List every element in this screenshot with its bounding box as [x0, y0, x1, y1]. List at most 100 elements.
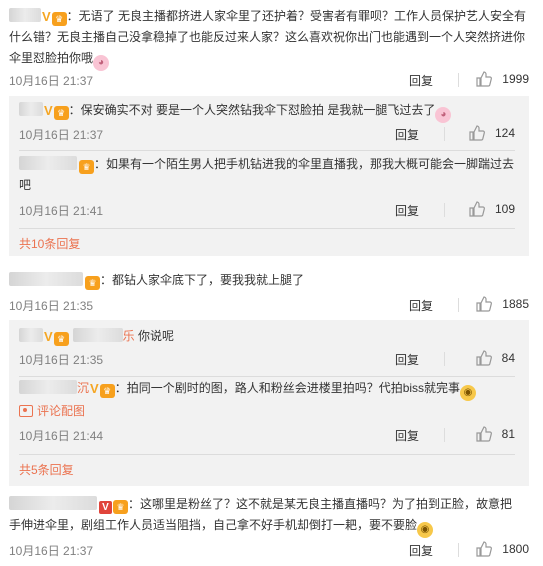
more-replies-link[interactable]: 共5条回复: [19, 461, 74, 478]
vip-crown-icon: ♛: [79, 160, 94, 174]
reply-button[interactable]: 回复: [395, 427, 419, 444]
comment-meta: 10月16日 21:37 回复 1999: [9, 70, 529, 90]
divider: [19, 228, 515, 229]
comment-line: ：无语了 无良主播都挤进人家伞里了还护着？受害者有罪呗？工作人员保护艺人安全有: [66, 9, 527, 23]
image-icon: [19, 405, 33, 417]
comment-text: V ♛ ：无语了 无良主播都挤进人家伞里了还护着？受害者有罪呗？工作人员保护艺人安全…: [9, 6, 529, 71]
thumbs-up-icon: [469, 201, 485, 217]
comment-meta: 10月16日 21:35 回复 1885: [9, 295, 529, 315]
reply-line: ：拍同一个剧时的图，路人和粉丝会进楼里拍吗？代拍biss就完事: [114, 381, 461, 395]
username[interactable]: [9, 8, 41, 22]
comment-text: V ♛ ：这哪里是粉丝了？这不就是某无良主播直播吗？为了拍到正脸，故意把 手伸进伞里…: [9, 494, 529, 538]
reply-list: V ♛ 乐 你说呢 10月16日 21:35 回复 84 沉V ♛ ：拍同一个剧时的图，…: [9, 320, 529, 486]
more-replies-link[interactable]: 共10条回复: [19, 235, 80, 252]
comment-line: ：这哪里是粉丝了？这不就是某无良主播直播吗？为了拍到正脸，故意把: [128, 497, 513, 511]
vip-crown-icon: ♛: [85, 276, 100, 290]
username[interactable]: [19, 156, 77, 170]
reply-text: ♛ ：如果有一个陌生男人把手机钻进我的伞里直播我，那我大概可能会一脚踹过去 吧: [19, 154, 515, 196]
reply-text: 沉V ♛ ：拍同一个剧时的图，路人和粉丝会进楼里拍吗？代拍biss就完事 ◉ 评论配图: [19, 378, 515, 422]
reply-text: V ♛ ：保安确实不对 要是一个人突然钻我伞下怼脸拍 是我就一腿飞过去了 ◕: [19, 100, 515, 123]
username[interactable]: [19, 328, 43, 342]
like-count: 81: [501, 427, 515, 441]
reply-button[interactable]: 回复: [409, 542, 433, 559]
reply-time: 10月16日 21:41: [19, 204, 104, 218]
divider: [19, 150, 515, 151]
comment-line: 伞里怼脸拍你哦: [9, 51, 94, 65]
divider: [458, 543, 459, 557]
divider: [19, 376, 515, 377]
divider: [444, 352, 445, 366]
comment-text: ♛ ：都钻人家伞底下了，要我我就上腿了: [9, 270, 529, 291]
reply-meta: 10月16日 21:35 回复 84: [19, 349, 515, 369]
divider: [444, 203, 445, 217]
vip-crown-icon: ♛: [51, 12, 67, 26]
reply-line: ：保安确实不对 要是一个人突然钻我伞下怼脸拍 是我就一腿飞过去了: [68, 103, 436, 117]
vip-crown-icon: ♛: [99, 384, 115, 398]
like-button[interactable]: 1885: [476, 296, 529, 312]
like-count: 1800: [502, 542, 529, 556]
reply-button[interactable]: 回复: [395, 202, 419, 219]
reply-time: 10月16日 21:44: [19, 429, 104, 443]
divider: [444, 127, 445, 141]
pig-emoji-icon: ◕: [435, 107, 452, 123]
comment-feed: V ♛ ：无语了 无良主播都挤进人家伞里了还护着？受害者有罪呗？工作人员保护艺人安全…: [0, 0, 543, 566]
image-link-label: 评论配图: [37, 404, 86, 418]
like-button[interactable]: 81: [476, 426, 515, 442]
divider: [444, 428, 445, 442]
reply-list: V ♛ ：保安确实不对 要是一个人突然钻我伞下怼脸拍 是我就一腿飞过去了 ◕ 10月1…: [9, 96, 529, 256]
vip-crown-icon: ♛: [113, 500, 128, 514]
reply-line: 你说呢: [134, 329, 175, 343]
thumbs-up-icon: [476, 541, 493, 557]
comment-time: 10月16日 21:37: [9, 544, 94, 558]
like-button[interactable]: 1999: [476, 71, 529, 87]
verified-v-icon: V: [99, 501, 112, 514]
like-count: 1885: [502, 297, 529, 311]
verified-v-icon: V: [42, 9, 51, 24]
pig-emoji-icon: ◕: [93, 55, 110, 71]
reply-line: 吧: [19, 178, 32, 192]
thumbs-up-icon: [476, 350, 492, 366]
thumbs-up-icon: [476, 296, 493, 312]
smile-emoji-icon: ◉: [460, 385, 477, 401]
divider: [458, 298, 459, 312]
reply-meta: 10月16日 21:37 回复 124: [19, 124, 515, 144]
mentioned-user[interactable]: [72, 328, 123, 342]
verified-v-icon: V: [44, 329, 53, 344]
comment-time: 10月16日 21:35: [9, 299, 94, 313]
reply-button[interactable]: 回复: [409, 72, 433, 89]
username[interactable]: [19, 102, 43, 116]
comment-meta: 10月16日 21:37 回复 1800: [9, 540, 529, 560]
username[interactable]: [19, 380, 77, 394]
comment-image-link[interactable]: 评论配图: [19, 404, 85, 418]
like-button[interactable]: 1800: [476, 541, 529, 557]
divider: [19, 454, 515, 455]
vip-crown-icon: ♛: [53, 106, 69, 120]
username[interactable]: [9, 272, 83, 286]
comment-time: 10月16日 21:37: [9, 74, 94, 88]
username[interactable]: [9, 496, 97, 510]
name-tail[interactable]: 沉: [77, 381, 89, 395]
like-button[interactable]: 109: [469, 201, 515, 217]
verified-v-icon: V: [90, 381, 99, 396]
reply-text: V ♛ 乐 你说呢: [19, 326, 515, 347]
thumbs-up-icon: [476, 426, 492, 442]
reply-button[interactable]: 回复: [395, 126, 419, 143]
thumbs-up-icon: [476, 71, 493, 87]
like-button[interactable]: 84: [476, 350, 515, 366]
comment-line: 什么错？无良主播自己没拿稳掉了也能反过来人家？这么喜欢祝你出门也能遇到一个人突然…: [9, 30, 526, 44]
like-count: 109: [494, 202, 515, 216]
reply-meta: 10月16日 21:44 回复 81: [19, 425, 515, 445]
like-button[interactable]: 124: [469, 125, 515, 141]
reply-time: 10月16日 21:35: [19, 353, 104, 367]
thumbs-up-icon: [469, 125, 485, 141]
like-count: 124: [494, 126, 515, 140]
reply-button[interactable]: 回复: [409, 297, 433, 314]
comment-line: ：都钻人家伞底下了，要我我就上腿了: [100, 273, 305, 287]
like-count: 84: [501, 351, 515, 365]
verified-v-icon: V: [44, 103, 53, 118]
reply-button[interactable]: 回复: [395, 351, 419, 368]
mention-name-tail[interactable]: 乐: [123, 329, 135, 343]
reply-meta: 10月16日 21:41 回复 109: [19, 200, 515, 220]
reply-line: ：如果有一个陌生男人把手机钻进我的伞里直播我，那我大概可能会一脚踹过去: [94, 157, 515, 171]
comment-line: 手伸进伞里，剧组工作人员适当阻挡，自己拿不好手机却倒打一耙，要不要脸: [9, 518, 418, 532]
